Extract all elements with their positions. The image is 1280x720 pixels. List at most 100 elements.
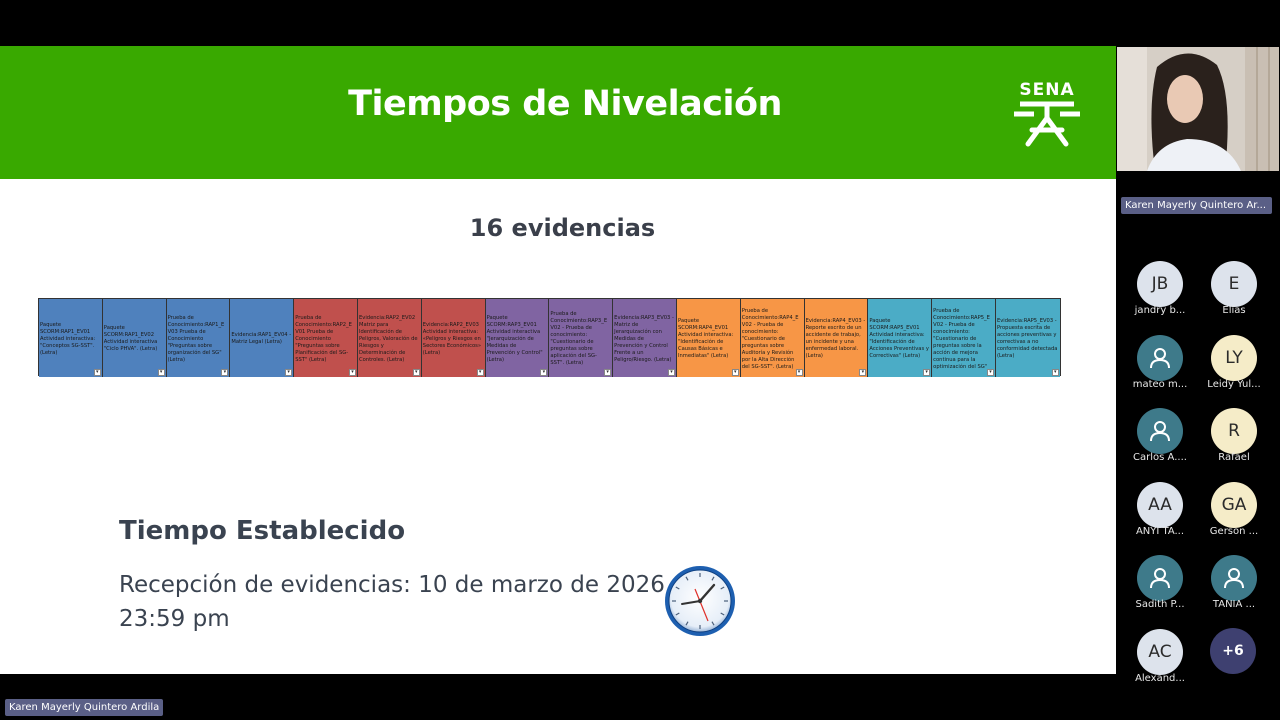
participant-avatar (1137, 555, 1183, 601)
person-icon (1150, 347, 1170, 368)
filter-dropdown-icon: ▾ (731, 369, 739, 376)
evidence-cell-text: Paquete SCORM:RAP5_EV01 Actividad intera… (869, 318, 929, 359)
evidence-table: Paquete SCORM:RAP1_EV01 Actividad intera… (38, 298, 1061, 377)
filter-dropdown-icon: ▾ (1051, 369, 1059, 376)
evidence-cell-text: Evidencia:RAP2_EV03 Actividad interactiv… (422, 321, 482, 356)
participant-tile[interactable]: GA Gerson ... (1199, 481, 1269, 546)
evidence-cell: Paquete SCORM:RAP3_EV01 Actividad intera… (485, 299, 550, 377)
participant-tile[interactable]: TANIA ... (1199, 555, 1269, 619)
evidence-cell-text: Prueba de Conocimiento:RAP4_E V02 - Prue… (741, 307, 799, 370)
evidence-cell: Prueba de Conocimiento:RAP3_E V02 - Prue… (549, 299, 614, 377)
evidence-cell: Evidencia:RAP5_EV03 - Propuesta escrita … (995, 299, 1060, 377)
evidence-cell: Evidencia:RAP3_EV03 - Matriz de Jerarqui… (613, 299, 677, 377)
filter-dropdown-icon: ▾ (476, 369, 484, 376)
person-icon (1150, 568, 1170, 589)
sena-logo-icon (1014, 101, 1080, 147)
participant-tile[interactable]: AA ANYI TA... (1125, 481, 1195, 546)
evidence-cell: Evidencia:RAP2_EV03 Actividad interactiv… (421, 299, 486, 377)
filter-dropdown-icon: ▾ (157, 369, 165, 376)
evidence-cell: Prueba de Conocimiento:RAP1_E V03 Prueba… (166, 299, 231, 377)
participant-avatar (1137, 408, 1183, 454)
participant-tile[interactable]: JB jandry b... (1125, 261, 1195, 325)
participant-name: TANIA ... (1212, 599, 1256, 610)
sena-logo: SENA (1010, 80, 1084, 150)
meeting-window: Tiempos de Nivelación SENA 16 evidencias… (0, 0, 1280, 720)
evidence-cell: Prueba de Conocimiento:RAP4_E V02 - Prue… (740, 299, 805, 377)
participant-tile[interactable]: LY Leidy Yul... (1199, 334, 1269, 399)
participant-name: Carlos A.... (1133, 452, 1187, 463)
participant-avatar: AA (1137, 481, 1183, 528)
person-icon (1224, 568, 1244, 589)
participant-tile[interactable]: Carlos A.... (1125, 408, 1195, 472)
filter-dropdown-icon: ▾ (795, 369, 803, 376)
slide-header: Tiempos de Nivelación SENA (0, 46, 1116, 179)
reception-text: Recepción de evidencias: 10 de marzo de … (119, 568, 679, 636)
filter-dropdown-icon: ▾ (859, 369, 867, 376)
evidence-cell-text: Paquete SCORM:RAP4_EV01 Actividad intera… (677, 318, 734, 359)
filter-dropdown-icon: ▾ (221, 369, 229, 376)
evidence-cell-text: Evidencia:RAP1_EV04 - Matriz Legal (Letr… (231, 332, 292, 345)
evidence-cell-text: Paquete SCORM:RAP3_EV01 Actividad intera… (486, 314, 543, 363)
participant-tile[interactable]: R Rafael (1199, 408, 1269, 472)
slide-subtitle: 16 evidencias (469, 214, 656, 242)
participant-name: Leidy Yul... (1207, 378, 1261, 390)
evidence-cell: Prueba de Conocimiento:RAP5_E V02 - Prue… (932, 299, 996, 377)
participant-avatar (1137, 334, 1183, 381)
person-icon (1150, 421, 1170, 442)
filter-dropdown-icon: ▾ (667, 369, 675, 376)
participant-name: Rafael (1218, 452, 1250, 463)
participant-name: mateo m... (1132, 378, 1188, 390)
evidence-cell: Evidencia:RAP4_EV03 - Reporte escrito de… (804, 299, 869, 377)
evidence-cell: Prueba de Conocimiento:RAP2_E V01 Prueba… (294, 299, 358, 377)
participant-avatar: JB (1137, 261, 1183, 307)
slide-title: Tiempos de Nivelación (348, 84, 782, 124)
evidence-cell-text: Evidencia:RAP4_EV03 - Reporte escrito de… (805, 318, 866, 359)
more-participants-button[interactable]: +6 (1210, 628, 1256, 674)
participant-name: Elías (1222, 305, 1246, 316)
evidence-cell: Paquete SCORM:RAP4_EV01 Actividad intera… (676, 299, 741, 377)
participant-tile[interactable]: Sadith P... (1125, 555, 1195, 619)
evidence-cell-text: Evidencia:RAP3_EV03 - Matriz de Jerarqui… (614, 314, 674, 363)
participant-avatar: R (1211, 408, 1257, 454)
shared-slide: Tiempos de Nivelación SENA 16 evidencias… (0, 46, 1116, 674)
evidence-cell-text: Prueba de Conocimiento:RAP5_E V02 - Prue… (933, 307, 990, 370)
evidence-cell-text: Paquete SCORM:RAP1_EV01 Actividad intera… (40, 321, 96, 356)
participant-tile[interactable]: mateo m... (1125, 334, 1195, 399)
presenter-name-tag: Karen Mayerly Quintero Ar... (1121, 197, 1272, 214)
evidence-cell-text: Prueba de Conocimiento:RAP1_E V03 Prueba… (167, 314, 225, 363)
participant-name: Sadith P... (1135, 599, 1185, 610)
evidence-cell: Paquete SCORM:RAP1_EV01 Actividad intera… (39, 299, 103, 377)
participant-name: Gerson ... (1209, 525, 1259, 537)
participant-tile[interactable]: E Elías (1199, 261, 1269, 325)
reception-line-2: 23:59 pm (119, 606, 230, 632)
evidence-cell-text: Evidencia:RAP2_EV02 Matriz para Identifi… (358, 314, 418, 363)
clock-icon (665, 566, 735, 636)
evidence-cell: Paquete SCORM:RAP1_EV02 Actividad intera… (102, 299, 167, 377)
filter-dropdown-icon: ▾ (348, 369, 356, 376)
filter-dropdown-icon: ▾ (93, 369, 101, 376)
participant-avatar (1211, 555, 1257, 601)
participant-avatar: LY (1211, 334, 1257, 381)
evidence-cell: Paquete SCORM:RAP5_EV01 Actividad intera… (868, 299, 933, 377)
evidence-cell: Evidencia:RAP2_EV02 Matriz para Identifi… (357, 299, 422, 377)
filter-dropdown-icon: ▾ (604, 369, 612, 376)
filter-dropdown-icon: ▾ (540, 369, 548, 376)
reception-line-1: Recepción de evidencias: 10 de marzo de … (119, 572, 665, 598)
participant-name: Alexand... (1135, 672, 1185, 684)
filter-dropdown-icon: ▾ (412, 369, 420, 376)
presenter-video[interactable] (1117, 47, 1279, 171)
presenter-video-frame (1117, 47, 1279, 171)
filter-dropdown-icon: ▾ (986, 369, 994, 376)
participant-name: ANYI TA... (1135, 525, 1185, 537)
filter-dropdown-icon: ▾ (923, 369, 931, 376)
section-title: Tiempo Establecido (119, 516, 406, 546)
evidence-cell: Evidencia:RAP1_EV04 - Matriz Legal (Letr… (230, 299, 295, 377)
evidence-cell-text: Paquete SCORM:RAP1_EV02 Actividad intera… (103, 325, 158, 352)
evidence-cell-text: Evidencia:RAP5_EV03 - Propuesta escrita … (996, 318, 1058, 359)
participant-tile[interactable]: AC Alexand... (1125, 628, 1195, 693)
active-speaker-label: Karen Mayerly Quintero Ardila (5, 699, 164, 716)
participant-avatar: E (1211, 261, 1257, 307)
evidence-cell-text: Prueba de Conocimiento:RAP3_E V02 - Prue… (550, 311, 608, 366)
filter-dropdown-icon: ▾ (285, 369, 293, 376)
participant-name: jandry b... (1134, 305, 1186, 316)
